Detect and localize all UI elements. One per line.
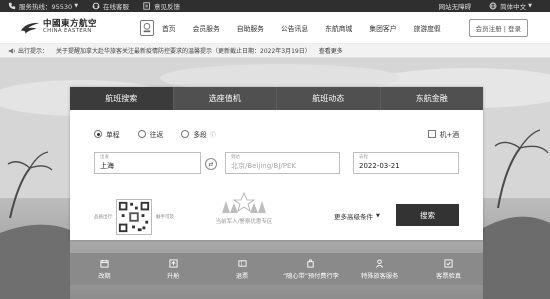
- globe-icon: [489, 2, 497, 10]
- trip-round-trip[interactable]: 往返: [137, 129, 164, 139]
- notice-text[interactable]: 关于提醒加拿大赴华旅客关注最新疫情防控要求的温馨提示（更新截止日期：2022年3…: [56, 46, 311, 55]
- qr-right-caption: 触手可及: [156, 215, 174, 220]
- chevron-down-icon: ▼: [74, 3, 79, 9]
- notice-label: 出行提示：: [18, 48, 49, 55]
- online-service-label: 在线客服: [103, 3, 130, 11]
- accessibility-link[interactable]: 网站无障碍: [439, 1, 472, 11]
- swap-cities-icon[interactable]: ⇄: [205, 158, 217, 170]
- booking-tabs: 航班搜索 选座值机 航班动态 东航金融: [70, 87, 483, 110]
- trip-type-group: 单程 往返 多段 ⓘ: [94, 129, 234, 139]
- logo-english-name: CHINA EASTERN: [43, 28, 92, 35]
- online-service-link[interactable]: 在线客服: [92, 1, 129, 11]
- quick-item-ticket-verify[interactable]: 客票验真: [414, 253, 483, 285]
- quick-item-label: 退票: [235, 272, 249, 280]
- nav-item-corporate[interactable]: 集团客户: [369, 23, 396, 33]
- main-header: 中國東方航空 CHINA EASTERN 首页 会员服务 自助服务 公告讯息 东…: [0, 12, 550, 44]
- promo-text: 当前军人/警察优惠专区: [215, 219, 273, 225]
- china-eastern-logo[interactable]: 中國東方航空 CHINA EASTERN: [20, 20, 140, 36]
- chevron-down-icon: ▼: [528, 3, 532, 9]
- quick-item-upgrade[interactable]: 升舱: [139, 253, 208, 285]
- quick-item-refund[interactable]: 退票: [208, 253, 277, 285]
- hotline[interactable]: 服务热线：95530 ▼: [8, 1, 78, 11]
- ticket-icon: [238, 259, 247, 267]
- trip-one-way[interactable]: 单程: [94, 129, 120, 139]
- headset-icon: [92, 2, 100, 10]
- quick-item-label: 客票验真: [436, 272, 461, 280]
- app-qr-area: 品质出行 触手可及: [94, 199, 174, 235]
- accessibility-label: 网站无障碍: [438, 3, 472, 11]
- departure-value[interactable]: 上海: [100, 161, 195, 171]
- language-selector[interactable]: 简体中文 ▼: [489, 1, 532, 11]
- info-icon: ⓘ: [209, 131, 216, 139]
- advanced-options-toggle[interactable]: 更多高级条件 ▼: [334, 211, 380, 221]
- quick-services-bar: 改期 升舱 退票 “随心带”预付费行李 特殊旅客服务 客票验真: [70, 253, 483, 285]
- quick-item-label: 特殊旅客服务: [361, 272, 399, 280]
- radio-round-trip[interactable]: [137, 130, 146, 138]
- advanced-options-label: 更多高级条件: [334, 213, 373, 221]
- search-button[interactable]: 搜索: [396, 204, 459, 226]
- departure-field[interactable]: 出发 上海: [94, 152, 201, 174]
- trip-round-trip-label: 往返: [149, 131, 164, 139]
- nav-item-travel[interactable]: 旅游度假: [414, 23, 441, 33]
- top-utility-bar: 服务热线：95530 ▼ 在线客服 意见反馈 网站无障碍 简体中文 ▼: [0, 0, 550, 12]
- phone-icon: [8, 2, 16, 10]
- trip-multi-segment[interactable]: 多段 ⓘ: [181, 129, 216, 139]
- flight-plus-hotel-checkbox[interactable]: [427, 130, 436, 138]
- flight-plus-hotel-option[interactable]: 机+酒: [427, 129, 459, 139]
- flight-plus-hotel-label: 机+酒: [439, 131, 459, 139]
- quick-item-special-passenger[interactable]: 特殊旅客服务: [345, 253, 414, 285]
- luggage-icon: [307, 258, 315, 268]
- departure-date-field[interactable]: 去程 2022-03-21: [353, 152, 459, 174]
- trip-multi-segment-label: 多段: [193, 131, 207, 139]
- nav-item-member-services[interactable]: 会员服务: [193, 23, 220, 33]
- arrival-field[interactable]: 到达 北京/Beijing/BJ/PEK: [225, 152, 340, 174]
- nav-item-home[interactable]: 首页: [162, 23, 176, 33]
- quick-item-prepaid-baggage[interactable]: “随心带”预付费行李: [276, 253, 345, 285]
- arrival-placeholder[interactable]: 北京/Beijing/BJ/PEK: [231, 161, 334, 171]
- qr-code-icon: [116, 199, 152, 235]
- hotline-text: 服务热线：95530: [19, 3, 73, 11]
- tab-finance[interactable]: 东航金融: [379, 87, 483, 110]
- language-label: 简体中文: [500, 3, 527, 11]
- nav-item-announcements[interactable]: 公告讯息: [281, 23, 308, 33]
- swallow-logo-icon: [20, 22, 40, 34]
- feedback-label: 意见反馈: [154, 3, 181, 11]
- qr-left-caption: 品质出行: [94, 215, 112, 220]
- travel-notice-bar: 出行提示： 关于提醒加拿大赴华旅客关注最新疫情防控要求的温馨提示（更新截止日期：…: [0, 44, 550, 58]
- radio-multi-segment[interactable]: [181, 130, 190, 138]
- upgrade-icon: [169, 258, 178, 268]
- soldiers-illustration-icon: [222, 191, 266, 213]
- main-nav: 首页 会员服务 自助服务 公告讯息 东航商城 集团客户 旅游度假: [162, 23, 458, 33]
- military-police-promo[interactable]: 当前军人/警察优惠专区: [214, 191, 274, 237]
- tab-flight-search[interactable]: 航班搜索: [70, 87, 173, 110]
- departure-date-value[interactable]: 2022-03-21: [359, 161, 453, 171]
- quick-item-label: 升舱: [167, 272, 180, 280]
- notice-more-link[interactable]: 查看更多: [319, 46, 343, 55]
- chevron-down-icon: ▼: [376, 213, 380, 219]
- quick-item-label: 改期: [98, 272, 111, 280]
- quick-item-reschedule[interactable]: 改期: [70, 253, 139, 285]
- flight-booking-panel: 航班搜索 选座值机 航班动态 东航金融 单程 往返 多段 ⓘ 机+酒 出发 上海…: [70, 87, 483, 240]
- emblem-badge-icon: [140, 19, 154, 36]
- trip-one-way-label: 单程: [106, 131, 120, 139]
- nav-item-self-service[interactable]: 自助服务: [237, 23, 264, 33]
- calendar-icon: [100, 259, 109, 268]
- tab-flight-status[interactable]: 航班动态: [276, 87, 380, 110]
- radio-one-way[interactable]: [94, 130, 102, 138]
- speaker-icon: [8, 47, 15, 54]
- person-icon: [376, 258, 384, 268]
- edit-icon: [143, 2, 151, 10]
- tab-seat-checkin[interactable]: 选座值机: [172, 87, 276, 110]
- quick-item-label: “随心带”预付费行李: [282, 272, 339, 280]
- verify-icon: [444, 258, 453, 268]
- register-login-button[interactable]: 会员注册 | 登录: [468, 18, 528, 37]
- nav-item-mall[interactable]: 东航商城: [325, 23, 352, 33]
- feedback-link[interactable]: 意见反馈: [143, 1, 180, 11]
- topbar-right: 网站无障碍 简体中文 ▼: [439, 1, 550, 11]
